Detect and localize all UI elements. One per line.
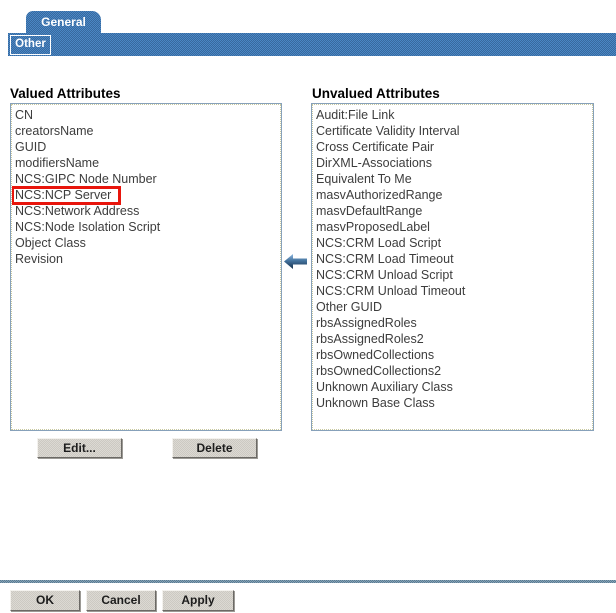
list-item[interactable]: rbsOwnedCollections [316,347,592,363]
list-item[interactable]: NCS:CRM Unload Script [316,267,592,283]
apply-button[interactable]: Apply [162,590,234,611]
list-item[interactable]: Audit:File Link [316,107,592,123]
list-item[interactable]: Revision [15,251,280,267]
unvalued-attributes-list[interactable]: Audit:File LinkCertificate Validity Inte… [311,103,594,431]
list-item[interactable]: Cross Certificate Pair [316,139,592,155]
valued-attributes-title: Valued Attributes [10,86,121,101]
list-item[interactable]: DirXML-Associations [316,155,592,171]
tab-general-label: General [41,15,86,29]
unvalued-attributes-items: Audit:File LinkCertificate Validity Inte… [312,104,593,430]
list-item[interactable]: NCS:Node Isolation Script [15,219,280,235]
list-item[interactable]: CN [15,107,280,123]
delete-button[interactable]: Delete [172,438,257,458]
valued-attributes-items: CNcreatorsNameGUIDmodifiersNameNCS:GIPC … [11,104,281,430]
list-item[interactable]: Unknown Auxiliary Class [316,379,592,395]
list-item[interactable]: masvDefaultRange [316,203,592,219]
list-item[interactable]: NCS:Network Address [15,203,280,219]
ok-button[interactable]: OK [10,590,80,611]
delete-button-label: Delete [196,441,232,455]
left-arrow-glyph [284,253,307,270]
list-item[interactable]: NCS:CRM Load Timeout [316,251,592,267]
edit-button-label: Edit... [63,441,96,455]
valued-attributes-list[interactable]: CNcreatorsNameGUIDmodifiersNameNCS:GIPC … [10,103,282,431]
tab-band: Other [8,33,616,56]
cancel-button[interactable]: Cancel [86,590,156,611]
list-item[interactable]: NCS:CRM Unload Timeout [316,283,592,299]
list-item[interactable]: Equivalent To Me [316,171,592,187]
list-item[interactable]: Object Class [15,235,280,251]
list-item[interactable]: rbsOwnedCollections2 [316,363,592,379]
list-item[interactable]: NCS:GIPC Node Number [15,171,280,187]
cancel-button-label: Cancel [101,593,140,607]
list-item[interactable]: GUID [15,139,280,155]
list-item[interactable]: rbsAssignedRoles [316,315,592,331]
list-item-highlighted[interactable]: NCS:NCP Server [15,187,280,203]
list-item[interactable]: Unknown Base Class [316,395,592,411]
edit-button[interactable]: Edit... [37,438,122,458]
ok-button-label: OK [36,593,54,607]
tab-other-label: Other [15,38,46,50]
list-item[interactable]: NCS:CRM Load Script [316,235,592,251]
tab-other[interactable]: Other [10,35,51,55]
attributes-dialog: General Other Valued Attributes Unvalued… [0,0,616,613]
footer-separator [0,580,616,583]
list-item[interactable]: Certificate Validity Interval [316,123,592,139]
list-item[interactable]: masvAuthorizedRange [316,187,592,203]
list-item[interactable]: Other GUID [316,299,592,315]
move-left-arrow-icon[interactable] [284,253,307,270]
unvalued-attributes-title: Unvalued Attributes [312,86,440,101]
tab-general[interactable]: General [26,11,101,34]
list-item[interactable]: modifiersName [15,155,280,171]
list-item[interactable]: creatorsName [15,123,280,139]
apply-button-label: Apply [181,593,214,607]
list-item[interactable]: masvProposedLabel [316,219,592,235]
list-item[interactable]: rbsAssignedRoles2 [316,331,592,347]
